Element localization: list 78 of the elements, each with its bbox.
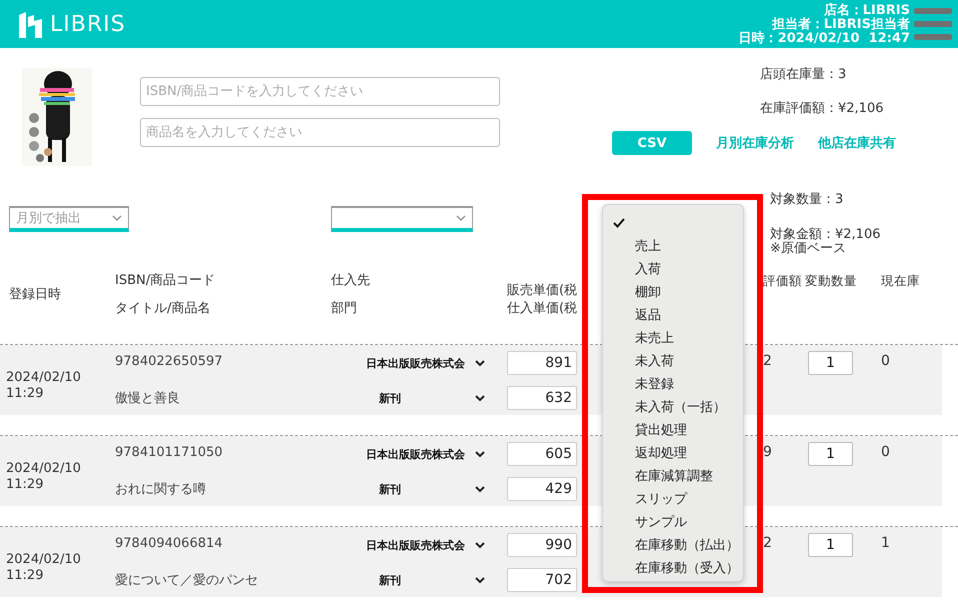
search-field[interactable]: 商品名を入力してください bbox=[140, 118, 500, 147]
menu-item[interactable]: 未売上 bbox=[603, 326, 743, 349]
date-cell-text: 2024/02/10 11:29 bbox=[5, 551, 82, 585]
stock-cell-text: 1 bbox=[881, 534, 891, 553]
department-select[interactable]: 新刊 bbox=[331, 389, 507, 407]
menu-item[interactable]: スリップ bbox=[603, 487, 743, 510]
summary-text: 店頭在庫量：3 bbox=[759, 68, 848, 84]
chevron-down-icon bbox=[475, 394, 485, 402]
column-header: 仕入単価(税 bbox=[507, 300, 578, 316]
price-input[interactable]: 429 bbox=[507, 477, 577, 501]
chevron-down-icon bbox=[112, 215, 122, 221]
menu-item[interactable]: 未登録 bbox=[603, 372, 743, 395]
price-input[interactable]: 702 bbox=[507, 568, 577, 592]
menu-item[interactable]: 返品 bbox=[603, 303, 743, 326]
column-header: タイトル/商品名 bbox=[115, 300, 212, 316]
logo-text: LIBRIS bbox=[50, 12, 126, 36]
valuation-cell-text: 2 bbox=[763, 534, 773, 553]
column-header: 登録日時 bbox=[8, 286, 62, 302]
menu-item[interactable]: 棚卸 bbox=[603, 280, 743, 303]
quantity-input[interactable]: 1 bbox=[808, 351, 853, 375]
valuation-cell-text: 2 bbox=[763, 352, 773, 371]
department-select[interactable]: 新刊 bbox=[331, 571, 507, 589]
target-amount-text: 対象金額：¥2,106 bbox=[770, 228, 882, 242]
valuation-cell-text: 9 bbox=[763, 443, 773, 462]
price-input[interactable]: 632 bbox=[507, 386, 577, 410]
title-cell-text: 傲慢と善良 bbox=[115, 390, 181, 407]
search-field[interactable]: ISBN/商品コードを入力してください bbox=[140, 77, 500, 106]
menu-icon[interactable] bbox=[914, 6, 952, 42]
date-cell-text: 2024/02/10 11:29 bbox=[5, 369, 82, 403]
summary-text: 在庫評価額：¥2,106 bbox=[759, 102, 884, 118]
category-select[interactable] bbox=[331, 206, 473, 232]
chevron-down-icon bbox=[456, 215, 466, 221]
column-header: 仕入先 bbox=[331, 272, 371, 288]
isbn-cell-text: 9784022650597 bbox=[115, 354, 224, 369]
isbn-cell-text: 9784094066814 bbox=[115, 536, 224, 551]
menu-item[interactable]: 在庫減算調整 bbox=[603, 464, 743, 487]
header-info-text: 日時：2024/02/10 12:47 bbox=[738, 32, 910, 46]
menu-item[interactable]: 入荷 bbox=[603, 257, 743, 280]
quantity-input[interactable]: 1 bbox=[808, 533, 853, 557]
menu-item[interactable]: 貸出処理 bbox=[603, 418, 743, 441]
header-info-text: 店名：LIBRIS bbox=[824, 4, 910, 18]
chevron-down-icon bbox=[475, 360, 485, 366]
title-cell-text: おれに関する噂 bbox=[115, 481, 207, 498]
column-header: ISBN/商品コード bbox=[115, 272, 216, 288]
menu-item[interactable]: 在庫移動（受入） bbox=[603, 556, 743, 579]
menu-item[interactable]: 在庫移動（払出） bbox=[603, 533, 743, 556]
column-header: 評価額 bbox=[763, 273, 803, 290]
menu-item[interactable]: 未入荷（一括） bbox=[603, 395, 743, 418]
column-header: 部門 bbox=[331, 300, 358, 316]
chevron-down-icon bbox=[475, 576, 485, 584]
menu-item[interactable]: 返却処理 bbox=[603, 441, 743, 464]
stock-cell-text: 0 bbox=[881, 352, 891, 371]
stock-cell-text: 0 bbox=[881, 443, 891, 462]
target-quantity-text: 対象数量：3 bbox=[770, 193, 844, 209]
price-input[interactable]: 990 bbox=[507, 533, 577, 557]
department-select[interactable]: 新刊 bbox=[331, 480, 507, 498]
chevron-down-icon bbox=[475, 542, 485, 548]
price-input[interactable]: 891 bbox=[507, 351, 577, 375]
quantity-input[interactable]: 1 bbox=[808, 442, 853, 466]
logo-icon bbox=[18, 9, 44, 39]
check-icon bbox=[613, 218, 625, 228]
chevron-down-icon bbox=[475, 450, 485, 458]
column-header: 現在庫 bbox=[881, 273, 921, 290]
column-header: 変動数量 bbox=[805, 273, 858, 290]
supplier-select[interactable]: 日本出版販売株式会 bbox=[331, 445, 507, 463]
supplier-select[interactable]: 日本出版販売株式会 bbox=[331, 354, 507, 372]
chevron-down-icon bbox=[475, 486, 485, 492]
note-text: ※原価ベース bbox=[770, 242, 847, 256]
menu-item[interactable]: サンプル bbox=[603, 510, 743, 533]
price-input[interactable]: 605 bbox=[507, 442, 577, 466]
menu-item[interactable]: 未入荷 bbox=[603, 349, 743, 372]
supplier-select[interactable]: 日本出版販売株式会 bbox=[331, 536, 507, 554]
isbn-cell-text: 9784101171050 bbox=[115, 445, 224, 460]
column-header: 販売単価(税 bbox=[507, 282, 578, 298]
header-info-text: 担当者：LIBRIS担当者 bbox=[772, 18, 910, 32]
date-cell-text: 2024/02/10 11:29 bbox=[5, 460, 82, 494]
menu-item[interactable]: 売上 bbox=[603, 234, 743, 257]
title-cell-text: 愛について／愛のパンセ bbox=[115, 572, 259, 589]
